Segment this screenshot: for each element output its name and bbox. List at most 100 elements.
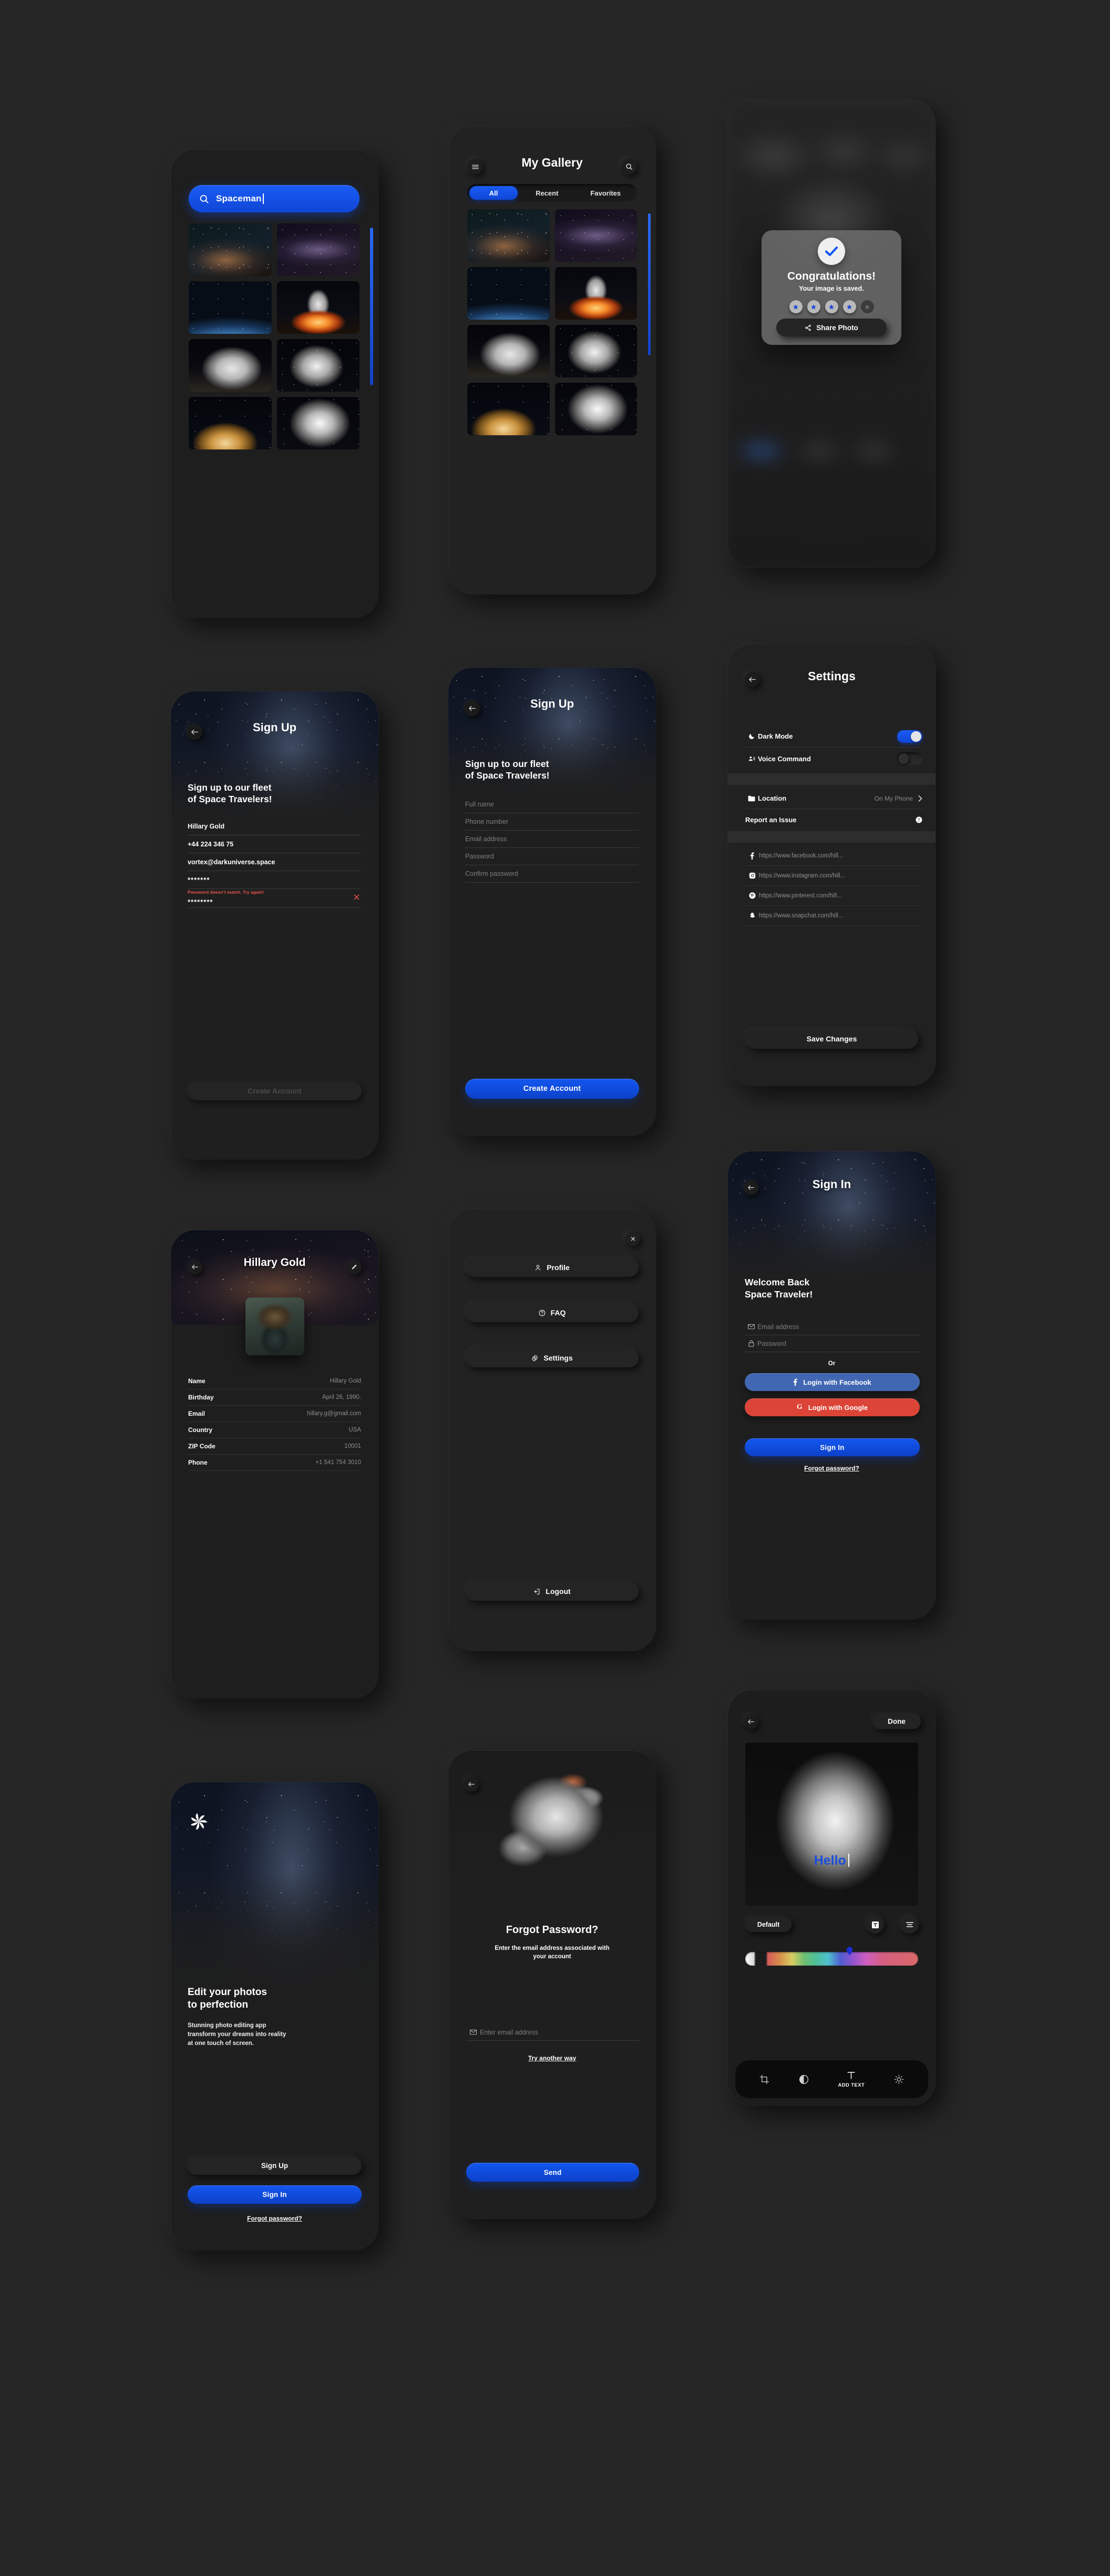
- error-x-icon[interactable]: [353, 894, 360, 901]
- success-badge: [818, 238, 845, 265]
- tool-crop[interactable]: [759, 2074, 769, 2084]
- thumbnail[interactable]: [554, 325, 637, 377]
- star-empty[interactable]: [860, 300, 874, 313]
- try-another-way-link[interactable]: Try another way: [448, 2054, 656, 2062]
- thumbnail[interactable]: [189, 223, 272, 276]
- thumbnail[interactable]: [189, 281, 272, 334]
- tool-add-text[interactable]: ADD TEXT: [838, 2070, 865, 2088]
- align-icon: [906, 1922, 913, 1927]
- social-row-facebook[interactable]: https://www.facebook.com/hill...: [745, 846, 922, 866]
- facebook-login-button[interactable]: Login with Facebook: [745, 1373, 920, 1391]
- voice-command-toggle[interactable]: [897, 752, 922, 765]
- forgot-title: Forgot Password?: [506, 1924, 599, 1936]
- done-label: Done: [888, 1717, 906, 1725]
- star-filled[interactable]: [789, 300, 803, 313]
- confirm-password-field[interactable]: Password doesn’t match. Try again! *****…: [188, 889, 361, 908]
- signin-button[interactable]: Sign In: [188, 2185, 362, 2204]
- thumbnail[interactable]: [467, 325, 550, 377]
- phone-field[interactable]: +44 224 346 75: [188, 835, 361, 853]
- thumbnail[interactable]: [276, 397, 359, 449]
- search-button[interactable]: [621, 159, 637, 175]
- search-input-value: Spaceman: [216, 193, 262, 203]
- dark-mode-toggle[interactable]: [897, 730, 922, 743]
- text-box-button[interactable]: [866, 1916, 884, 1934]
- tool-brightness[interactable]: [894, 2074, 904, 2084]
- thumbnail[interactable]: [467, 209, 550, 262]
- profile-row-label: Birthday: [188, 1394, 214, 1401]
- setting-label: Voice Command: [758, 754, 811, 763]
- thumbnail[interactable]: [554, 209, 637, 262]
- font-style-button[interactable]: Default: [745, 1917, 792, 1932]
- thumbnail[interactable]: [467, 383, 550, 435]
- rating-stars[interactable]: [762, 300, 901, 313]
- tab-all[interactable]: All: [469, 186, 518, 200]
- share-icon: [805, 324, 811, 331]
- signin-button[interactable]: Sign In: [745, 1438, 920, 1456]
- setting-row-voice-command[interactable]: Voice Command: [745, 748, 922, 770]
- color-slider[interactable]: [745, 1952, 918, 1966]
- social-row-snapchat[interactable]: https://www.snapchat.com/hill...: [745, 906, 922, 926]
- forgot-password-link[interactable]: Forgot password?: [728, 1465, 936, 1472]
- thumbnail[interactable]: [467, 267, 550, 320]
- password-field[interactable]: Password: [465, 848, 639, 865]
- menu-item-profile[interactable]: Profile: [466, 1258, 639, 1277]
- thumbnail[interactable]: [554, 267, 637, 320]
- thumbnail[interactable]: [276, 281, 359, 334]
- star-icon: [865, 304, 870, 309]
- email-field[interactable]: vortex@darkuniverse.space: [188, 853, 361, 871]
- back-button[interactable]: [464, 1777, 479, 1792]
- save-changes-button[interactable]: Save Changes: [745, 1029, 918, 1049]
- tab-recent[interactable]: Recent: [518, 189, 577, 197]
- share-photo-button[interactable]: Share Photo: [776, 319, 887, 336]
- star-filled[interactable]: [842, 300, 856, 313]
- phone-field[interactable]: Phone number: [465, 813, 639, 831]
- align-button[interactable]: [901, 1916, 919, 1934]
- setting-row-report-issue[interactable]: Report an Issue: [745, 809, 922, 830]
- create-account-button[interactable]: Create Account: [188, 1081, 362, 1100]
- signup-button[interactable]: Sign Up: [188, 2156, 362, 2175]
- email-field[interactable]: Enter email address: [466, 2024, 639, 2041]
- tool-contrast[interactable]: [799, 2074, 809, 2084]
- google-g-icon: G: [796, 1403, 803, 1411]
- thumbnail[interactable]: [189, 339, 272, 392]
- or-divider-label: Or: [828, 1361, 836, 1367]
- menu-item-faq[interactable]: FAQ: [466, 1303, 639, 1322]
- profile-row-value: hillary.g@gmail.com: [307, 1410, 361, 1417]
- edit-profile-button[interactable]: [347, 1260, 362, 1274]
- thumbnail[interactable]: [276, 339, 359, 392]
- password-field[interactable]: Password: [745, 1335, 920, 1352]
- confirm-password-field[interactable]: Confirm password: [465, 865, 639, 883]
- email-field[interactable]: Email address: [465, 831, 639, 848]
- star-filled[interactable]: [825, 300, 838, 313]
- phone-profile: Hillary Gold Name Hillary Gold Birthday …: [171, 1230, 378, 1698]
- social-row-instagram[interactable]: https://www.instagram.com/hill...: [745, 866, 922, 886]
- logout-button[interactable]: Logout: [466, 1582, 639, 1601]
- close-button[interactable]: [625, 1231, 640, 1246]
- email-field[interactable]: Email address: [745, 1318, 920, 1335]
- social-row-pinterest[interactable]: https://www.pinterest.com/hill...: [745, 886, 922, 906]
- menu-item-settings[interactable]: Settings: [466, 1348, 639, 1367]
- thumbnail[interactable]: [276, 223, 359, 276]
- full-name-field[interactable]: Full name: [465, 796, 639, 813]
- tab-label: All: [489, 189, 498, 197]
- password-field[interactable]: *******: [188, 871, 361, 889]
- forgot-password-link[interactable]: Forgot password?: [171, 2215, 378, 2222]
- create-account-button[interactable]: Create Account: [465, 1079, 639, 1099]
- star-filled[interactable]: [807, 300, 820, 313]
- thumbnail[interactable]: [189, 397, 272, 449]
- scrollbar[interactable]: [648, 213, 651, 355]
- setting-row-location[interactable]: Location On My Phone: [745, 788, 922, 809]
- done-button[interactable]: Done: [872, 1713, 921, 1729]
- editor-canvas[interactable]: Hello: [745, 1743, 918, 1906]
- search-input[interactable]: Spaceman: [189, 185, 359, 212]
- google-login-button[interactable]: G Login with Google: [745, 1398, 920, 1416]
- scrollbar[interactable]: [370, 228, 373, 385]
- setting-row-dark-mode[interactable]: Dark Mode: [745, 725, 922, 748]
- back-button[interactable]: [744, 1714, 758, 1729]
- voice-icon: [745, 755, 758, 762]
- send-button[interactable]: Send: [466, 2163, 639, 2182]
- full-name-field[interactable]: Hillary Gold: [188, 817, 361, 835]
- text-overlay[interactable]: Hello: [745, 1853, 918, 1868]
- tab-favorites[interactable]: Favorites: [577, 189, 635, 197]
- thumbnail[interactable]: [554, 383, 637, 435]
